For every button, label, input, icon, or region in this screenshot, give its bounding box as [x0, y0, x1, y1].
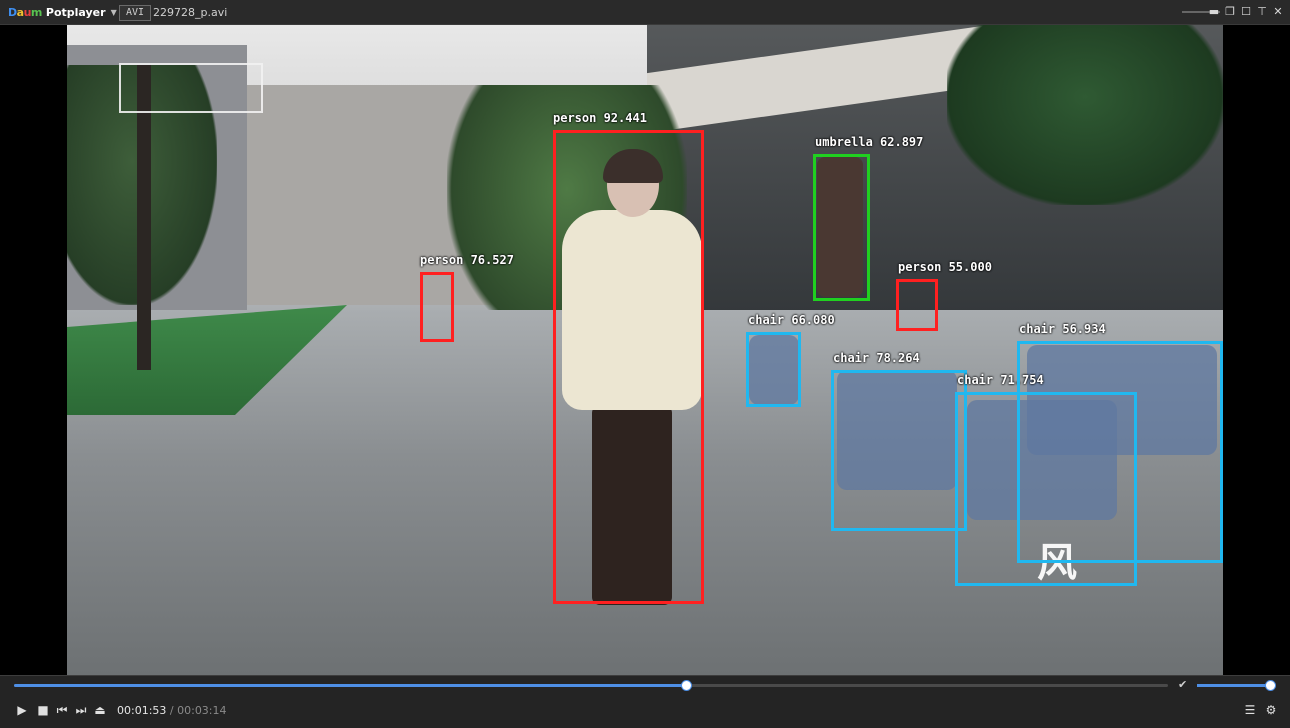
close-button[interactable]: ✕ — [1270, 4, 1286, 20]
play-button[interactable]: ▶ — [14, 702, 30, 718]
next-button[interactable]: ⏭ — [73, 702, 89, 718]
volume-slider[interactable] — [1197, 680, 1277, 691]
scene-tree — [947, 25, 1223, 205]
app-name: Potplayer — [45, 5, 106, 19]
restore-button[interactable]: ❐ — [1222, 4, 1238, 20]
detection-label: chair 78.264 — [833, 351, 920, 365]
volume-icon[interactable]: ✔ — [1178, 678, 1187, 691]
chevron-down-icon: ▼ — [110, 7, 117, 17]
detection-box-person — [420, 272, 454, 342]
time-display: 00:01:53 / 00:03:14 — [117, 704, 227, 717]
detection-box-chair — [746, 332, 801, 407]
video-frame[interactable]: 风 person 92.441 person 76.527 person 55.… — [67, 25, 1223, 675]
watermark-logo — [119, 63, 263, 113]
playlist-button[interactable]: ☰ — [1242, 702, 1258, 718]
potplayer-menu-button[interactable]: Daum Potplayer ▼ — [8, 5, 117, 19]
format-badge: AVI — [119, 5, 151, 21]
seek-progress — [14, 684, 687, 687]
detection-label: umbrella 62.897 — [815, 135, 924, 149]
detection-box-umbrella — [813, 154, 870, 301]
detection-box-person — [553, 130, 704, 604]
pin-button[interactable]: ⊤ — [1254, 4, 1270, 20]
total-time: 00:03:14 — [177, 704, 227, 717]
detection-box-person — [896, 279, 938, 331]
settings-button[interactable]: ⚙ — [1263, 702, 1279, 718]
file-name: 229728_p.avi — [153, 6, 228, 19]
title-bar[interactable]: Daum Potplayer ▼ AVI 229728_p.avi ▬ ❐ ☐ … — [0, 0, 1290, 25]
stop-button[interactable]: ■ — [35, 702, 51, 718]
time-separator: / — [166, 704, 178, 717]
detection-box-chair — [831, 370, 967, 531]
control-bar: ✔ ▶ ■ ⏮ ⏭ ⏏ 00:01:53 / 00:03:14 ☰ ⚙ — [0, 675, 1290, 728]
potplayer-window: Daum Potplayer ▼ AVI 229728_p.avi ▬ ❐ ☐ … — [0, 0, 1290, 728]
eject-button[interactable]: ⏏ — [92, 702, 108, 718]
seek-bar[interactable] — [14, 680, 1168, 691]
previous-button[interactable]: ⏮ — [54, 702, 70, 718]
volume-thumb[interactable] — [1265, 680, 1277, 691]
volume-level — [1197, 684, 1271, 687]
detection-label: person 55.000 — [898, 260, 992, 274]
maximize-button[interactable]: ☐ — [1238, 4, 1254, 20]
detection-box-chair — [1017, 341, 1223, 563]
daum-logo: Daum — [8, 5, 42, 19]
detection-label: person 92.441 — [553, 111, 647, 125]
video-area[interactable]: 风 person 92.441 person 76.527 person 55.… — [0, 25, 1290, 675]
minimize-button[interactable]: ▬ — [1206, 4, 1222, 20]
detection-label: chair 66.080 — [748, 313, 835, 327]
seek-thumb[interactable] — [681, 680, 693, 691]
detection-label: person 76.527 — [420, 253, 514, 267]
detection-label: chair 56.934 — [1019, 322, 1106, 336]
current-time: 00:01:53 — [117, 704, 167, 717]
